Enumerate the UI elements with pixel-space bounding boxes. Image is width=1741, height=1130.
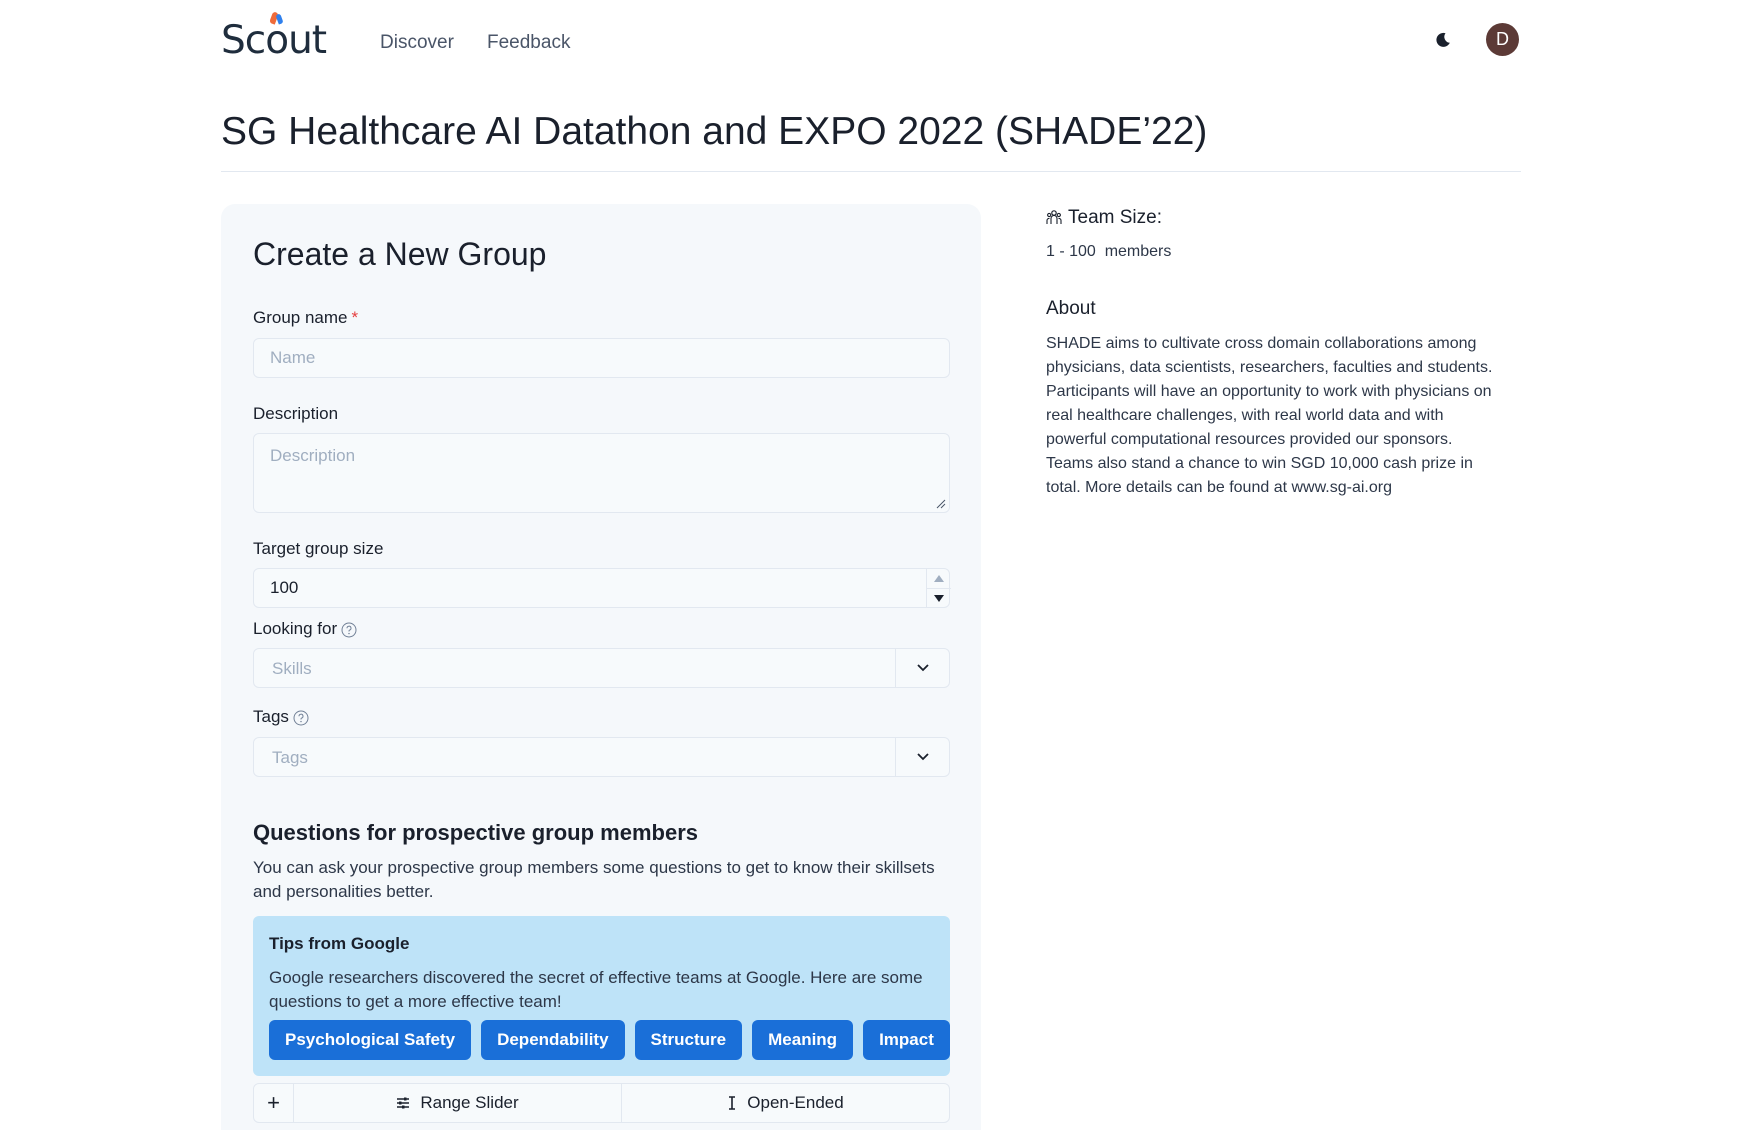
- dependability-button[interactable]: Dependability: [481, 1020, 625, 1060]
- range-slider-button[interactable]: Range Slider: [294, 1084, 622, 1122]
- help-circle-icon[interactable]: [293, 710, 309, 726]
- tips-title: Tips from Google: [269, 934, 410, 953]
- description-input[interactable]: [253, 433, 950, 513]
- looking-for-dropdown-toggle[interactable]: [895, 649, 949, 687]
- resize-grip-icon[interactable]: [936, 499, 946, 509]
- sliders-icon: [397, 1097, 410, 1109]
- moon-icon[interactable]: [1430, 28, 1454, 52]
- description-wrapper: [253, 433, 950, 513]
- create-group-card: Create a New Group Group name* Descripti…: [221, 204, 981, 1130]
- avatar[interactable]: D: [1486, 23, 1519, 56]
- tips-body: Google researchers discovered the secret…: [269, 968, 923, 1011]
- questions-section-title: Questions for prospective group members: [253, 820, 698, 845]
- impact-button[interactable]: Impact: [863, 1020, 950, 1060]
- triangle-up-icon: [934, 575, 944, 582]
- description-label: Description: [253, 404, 339, 423]
- triangle-down-icon: [934, 595, 944, 602]
- team-size-label: Team Size:: [1068, 207, 1162, 228]
- page-title: SG Healthcare AI Datathon and EXPO 2022 …: [221, 110, 1208, 153]
- scout-logo[interactable]: Scout: [221, 18, 327, 63]
- help-circle-icon[interactable]: [341, 622, 357, 638]
- tips-button-group: Psychological Safety Dependability Struc…: [269, 1020, 950, 1060]
- tags-label: Tags: [253, 707, 309, 727]
- looking-for-placeholder: Skills: [272, 659, 312, 678]
- group-name-label-text: Group name: [253, 308, 348, 327]
- stepper-decrement[interactable]: [927, 588, 951, 608]
- tags-dropdown-toggle[interactable]: [895, 738, 949, 776]
- psychological-safety-button[interactable]: Psychological Safety: [269, 1020, 472, 1060]
- target-group-size-input[interactable]: [253, 568, 950, 608]
- top-navbar: Scout Discover Feedback D: [0, 0, 1741, 88]
- chevron-down-icon: [917, 664, 929, 672]
- stepper-increment[interactable]: [927, 568, 951, 588]
- looking-for-label: Looking for: [253, 619, 357, 639]
- team-size-value: 1 - 100 members: [1046, 243, 1172, 260]
- tags-label-text: Tags: [253, 707, 289, 726]
- tags-placeholder: Tags: [272, 748, 308, 767]
- tips-from-google-panel: Tips from Google Google researchers disc…: [253, 916, 950, 1076]
- meaning-button[interactable]: Meaning: [752, 1020, 854, 1060]
- looking-for-select[interactable]: Skills: [253, 648, 950, 688]
- users-icon: [1046, 210, 1062, 224]
- add-question-button[interactable]: +: [254, 1084, 294, 1122]
- target-group-size-wrapper: [253, 568, 951, 608]
- target-group-size-label: Target group size: [253, 539, 384, 558]
- logo-letter-o: o: [265, 18, 289, 63]
- structure-button[interactable]: Structure: [634, 1020, 743, 1060]
- text-cursor-icon: [729, 1096, 736, 1110]
- open-ended-button[interactable]: Open-Ended: [622, 1084, 949, 1122]
- open-ended-label: Open-Ended: [747, 1093, 844, 1112]
- nav-link-feedback[interactable]: Feedback: [487, 32, 570, 54]
- chevron-down-icon: [917, 753, 929, 761]
- questions-section-description: You can ask your prospective group membe…: [253, 858, 935, 901]
- required-mark: *: [351, 308, 359, 327]
- card-title: Create a New Group: [253, 236, 547, 272]
- number-stepper: [926, 568, 951, 608]
- about-heading: About: [1046, 298, 1096, 319]
- team-size-heading: Team Size:: [1046, 207, 1162, 229]
- question-type-bar: + Range Slider Open-Ended: [253, 1083, 950, 1123]
- about-text: SHADE aims to cultivate cross domain col…: [1046, 335, 1493, 496]
- tags-select[interactable]: Tags: [253, 737, 950, 777]
- group-name-label: Group name *: [253, 308, 358, 328]
- looking-for-label-text: Looking for: [253, 619, 338, 638]
- title-divider: [221, 171, 1521, 172]
- range-slider-label: Range Slider: [420, 1093, 519, 1112]
- group-name-input[interactable]: [253, 338, 950, 378]
- nav-link-discover[interactable]: Discover: [380, 32, 454, 54]
